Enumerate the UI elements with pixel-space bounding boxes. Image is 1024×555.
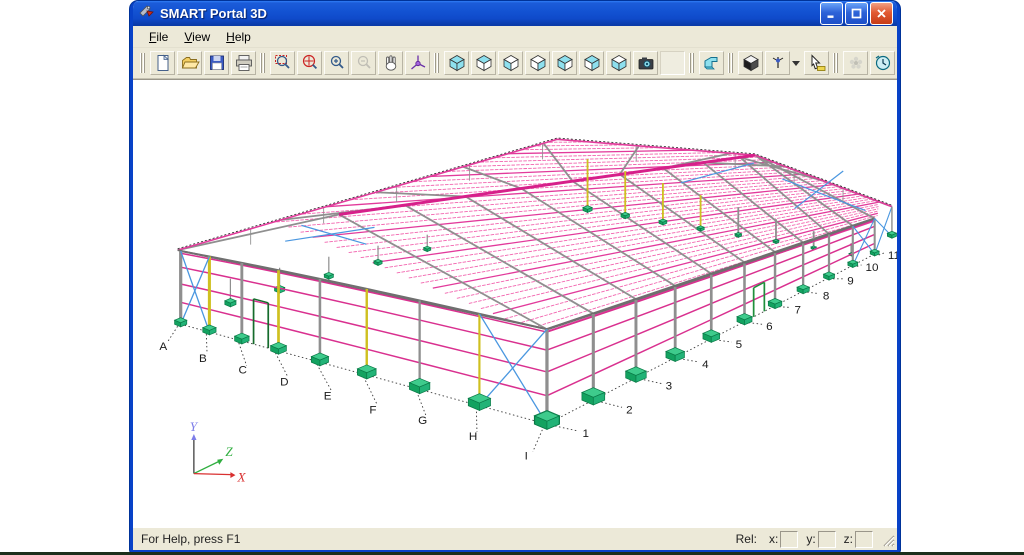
- title-bar[interactable]: SMART Portal 3D: [133, 1, 897, 26]
- select-measure-icon[interactable]: [804, 51, 829, 75]
- toolbar: [133, 48, 897, 79]
- door-frames: [252, 281, 766, 349]
- grid-label-3: 3: [666, 381, 672, 393]
- toolbar-group-6: [896, 51, 900, 75]
- zoom-extents-icon[interactable]: [297, 51, 322, 75]
- rel-label: Rel:: [735, 532, 757, 546]
- coord-value-x: [780, 530, 799, 548]
- history-clock-icon[interactable]: [870, 51, 895, 75]
- dropdown-arrow-icon[interactable]: [792, 60, 800, 66]
- grid-label-8: 8: [823, 291, 829, 303]
- grid-label-10: 10: [866, 262, 879, 274]
- roof-rafters: [177, 142, 893, 330]
- view-cube-front-icon[interactable]: [498, 51, 523, 75]
- menu-item-view[interactable]: View: [176, 28, 218, 46]
- grid-label-1: 1: [582, 428, 588, 440]
- grid-label-B: B: [199, 353, 207, 365]
- view-cube-back-icon[interactable]: [525, 51, 550, 75]
- toolbar-group-4: [725, 51, 830, 75]
- zoom-window-icon[interactable]: [270, 51, 295, 75]
- app-window: SMART Portal 3D File View Help A B C D E F G H I 1 2…: [130, 1, 900, 553]
- toolbar-gripper[interactable]: [727, 53, 734, 73]
- status-bar: For Help, press F1 Rel: x: y: z:: [133, 527, 897, 550]
- coord-label-z: z:: [843, 532, 853, 546]
- resize-grip[interactable]: [879, 531, 895, 547]
- grid-label-6: 6: [766, 321, 772, 333]
- zoom-out-icon[interactable]: [351, 51, 376, 75]
- extrude-3d-icon[interactable]: [699, 51, 724, 75]
- grid-label-D: D: [280, 377, 288, 389]
- print-icon[interactable]: [231, 51, 256, 75]
- app-icon: [139, 3, 155, 24]
- 3d-viewport[interactable]: A B C D E F G H I 1 2 3 4 5 6 7 8 9 10 11 Y ZX: [133, 79, 897, 527]
- orbit-3d-icon[interactable]: [405, 51, 430, 75]
- view-cube-left-icon[interactable]: [552, 51, 577, 75]
- axis-label-y: Y: [190, 419, 199, 434]
- toolbar-gripper[interactable]: [433, 53, 440, 73]
- camera-view-icon[interactable]: [633, 51, 658, 75]
- axis-label-z: Z: [225, 444, 233, 459]
- snap-settings-icon[interactable]: [843, 51, 868, 75]
- grid-label-C: C: [239, 365, 247, 377]
- toolbar-group-5: [830, 51, 896, 75]
- zoom-in-icon[interactable]: [324, 51, 349, 75]
- toolbar-gripper[interactable]: [898, 53, 900, 73]
- view-cube-right-icon[interactable]: [579, 51, 604, 75]
- toolbar-group-3: [686, 51, 725, 75]
- coord-value-z: [855, 530, 873, 548]
- window-title: SMART Portal 3D: [160, 6, 267, 21]
- grid-label-F: F: [369, 404, 376, 416]
- grid-label-I: I: [525, 451, 528, 463]
- screenshot-stage: SMART Portal 3D File View Help A B C D E F G H I 1 2…: [0, 0, 1024, 555]
- menu-item-help[interactable]: Help: [218, 28, 259, 46]
- toolbar-gripper[interactable]: [832, 53, 839, 73]
- status-message: For Help, press F1: [141, 532, 241, 546]
- coord-label-y: y:: [806, 532, 816, 546]
- grid-label-9: 9: [847, 276, 853, 288]
- axis-triad: Y ZX: [190, 419, 247, 484]
- toolbar-gripper[interactable]: [139, 53, 146, 73]
- axis-label-x: X: [236, 470, 246, 485]
- grid-label-7: 7: [795, 305, 801, 317]
- toolbar-gripper[interactable]: [688, 53, 695, 73]
- grid-label-A: A: [159, 341, 167, 353]
- footings: [173, 230, 897, 431]
- grid-label-E: E: [324, 391, 332, 403]
- save-icon[interactable]: [204, 51, 229, 75]
- axes-mode-icon[interactable]: [765, 51, 790, 75]
- close-button[interactable]: [870, 2, 893, 25]
- open-folder-icon[interactable]: [177, 51, 202, 75]
- toolbar-gripper[interactable]: [259, 53, 266, 73]
- new-document-icon[interactable]: [150, 51, 175, 75]
- blank-slot: [660, 51, 685, 75]
- menu-bar: File View Help: [133, 26, 897, 48]
- grid-label-G: G: [418, 415, 427, 427]
- menu-item-file[interactable]: File: [141, 28, 176, 46]
- minimize-button[interactable]: [820, 2, 843, 25]
- toolbar-group-1: [257, 51, 431, 75]
- grid-label-2: 2: [626, 404, 632, 416]
- coord-value-y: [817, 530, 836, 548]
- view-cube-bottom-icon[interactable]: [606, 51, 631, 75]
- grid-label-11: 11: [888, 250, 897, 262]
- pan-hand-icon[interactable]: [378, 51, 403, 75]
- maximize-button[interactable]: [845, 2, 868, 25]
- coordinate-fields: x: y: z:: [761, 530, 873, 548]
- view-cube-top-icon[interactable]: [471, 51, 496, 75]
- view-cube-iso-icon[interactable]: [444, 51, 469, 75]
- render-solid-icon[interactable]: [738, 51, 763, 75]
- grid-labels: A B C D E F G H I 1 2 3 4 5 6 7 8 9 10 11: [159, 250, 897, 463]
- toolbar-group-2: [431, 51, 686, 75]
- toolbar-group-0: [137, 51, 257, 75]
- structure-model: A B C D E F G H I 1 2 3 4 5 6 7 8 9 10 11 Y ZX: [159, 137, 897, 484]
- grid-label-5: 5: [736, 339, 742, 351]
- grid-label-H: H: [469, 431, 477, 443]
- coord-label-x: x:: [768, 532, 779, 546]
- grid-label-4: 4: [702, 359, 709, 371]
